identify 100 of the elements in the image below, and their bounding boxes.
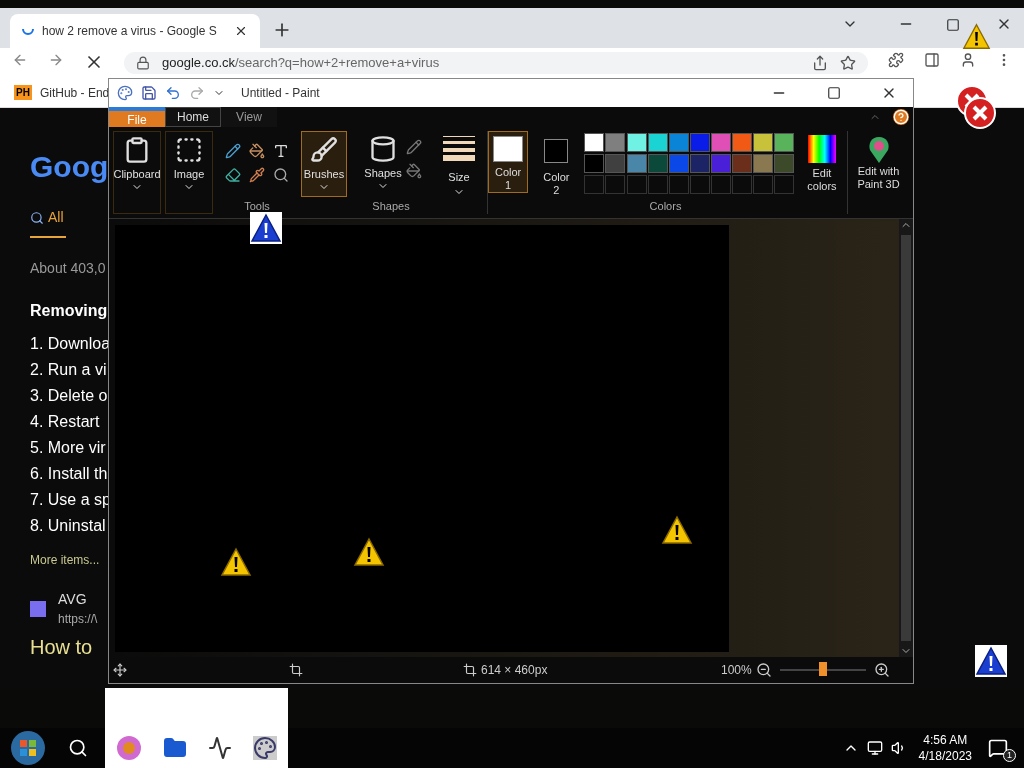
clipboard-button[interactable]: Clipboard (113, 131, 161, 214)
search-icon (30, 210, 44, 225)
warning-icon (353, 536, 385, 568)
more-items-link[interactable]: More items... (30, 551, 100, 569)
brushes-icon (310, 136, 338, 164)
list-item: 2. Run a vi (30, 360, 107, 380)
list-item: 1. Downloa (30, 334, 111, 354)
star-icon[interactable] (840, 55, 856, 71)
selection-size-icon (289, 663, 303, 677)
palette-color[interactable] (752, 154, 773, 173)
notification-count: 1 (1003, 749, 1016, 762)
search-icon[interactable] (68, 738, 88, 758)
palette-color[interactable] (689, 133, 710, 152)
outline-icon[interactable] (405, 139, 422, 155)
color-1-button[interactable]: Color 1 (488, 131, 529, 193)
share-icon[interactable] (812, 55, 828, 71)
address-bar[interactable]: google.co.ck/search?q=how+2+remove+a+virus (124, 52, 868, 74)
list-item: 3. Delete o (30, 386, 108, 406)
list-item: 5. More vir (30, 438, 106, 458)
loading-icon (22, 27, 34, 35)
canvas-size-icon (463, 663, 477, 677)
maximize-icon[interactable] (827, 86, 841, 100)
magnifier-icon[interactable] (273, 167, 289, 183)
close-icon[interactable] (234, 24, 248, 38)
paint-3d-button[interactable]: Edit with Paint 3D (847, 131, 909, 214)
palette-color[interactable] (584, 133, 605, 152)
palette-color[interactable] (773, 154, 794, 173)
browser-tab[interactable]: how 2 remove a virus - Google S (10, 14, 260, 48)
extensions-icon[interactable] (888, 52, 904, 68)
help-icon[interactable] (893, 109, 909, 125)
ribbon-tab[interactable]: View (221, 107, 277, 127)
cursor-position-icon (113, 663, 127, 677)
start-orb-icon[interactable] (10, 730, 46, 766)
palette-color[interactable] (605, 133, 626, 152)
fill-icon[interactable] (405, 163, 422, 179)
clock-date[interactable]: 4/18/2023 (918, 748, 972, 764)
profile-icon[interactable] (960, 52, 976, 68)
shapes-button[interactable]: Shapes (360, 131, 406, 192)
warning-icon (250, 212, 282, 244)
url-text: google.co.ck/search?q=how+2+remove+a+virus (162, 54, 441, 73)
eraser-icon[interactable] (225, 167, 241, 183)
palette-color[interactable] (605, 154, 626, 173)
pencil-icon[interactable] (225, 143, 241, 159)
shapes-icon (369, 135, 397, 163)
paint-app-icon[interactable] (253, 736, 278, 760)
network-icon[interactable] (866, 740, 883, 756)
clock-time[interactable]: 4:56 AM (923, 732, 968, 748)
fill-icon[interactable] (249, 143, 265, 159)
zoom-slider-thumb[interactable] (818, 662, 827, 676)
result-heading: Removing (30, 301, 108, 321)
palette-color[interactable] (626, 133, 647, 152)
zoom-in-icon[interactable] (873, 662, 890, 678)
notifications-icon[interactable] (988, 738, 1008, 758)
bookmark-link[interactable]: GitHub - End (39, 83, 110, 102)
source-name: AVG (58, 590, 88, 609)
palette-color[interactable] (773, 133, 794, 152)
palette-color[interactable] (710, 154, 731, 173)
paint-3d-icon (866, 135, 891, 165)
warning-icon (220, 546, 252, 578)
canvas-size-text: 614 × 460px (481, 662, 549, 679)
save-icon[interactable] (141, 85, 157, 101)
edit-colors-button[interactable]: Edit colors (800, 131, 843, 193)
zoom-level-text: 100% (721, 662, 752, 679)
palette-color[interactable] (647, 154, 668, 173)
result-count: About 403,0 (30, 259, 106, 278)
ribbon-tab[interactable]: Home (165, 107, 221, 127)
size-button[interactable]: Size (435, 131, 483, 214)
line-width-icon (443, 135, 475, 161)
palette-color[interactable] (584, 154, 605, 173)
text-tool-icon[interactable] (273, 143, 289, 159)
maximize-icon[interactable] (946, 18, 960, 32)
forward-icon[interactable] (48, 52, 64, 68)
palette-color[interactable] (668, 154, 689, 173)
window-title: Untitled - Paint (241, 85, 320, 102)
undo-icon[interactable] (165, 85, 181, 101)
color-picker-icon[interactable] (249, 167, 265, 183)
result-title-link[interactable]: How to (30, 632, 93, 662)
palette-color[interactable] (668, 133, 689, 152)
palette-color[interactable] (731, 154, 752, 173)
sidebar-icon[interactable] (924, 52, 940, 68)
brushes-button[interactable]: Brushes (301, 131, 347, 197)
image-button[interactable]: Image (165, 131, 213, 214)
color-swatch (544, 139, 569, 163)
folder-icon[interactable] (162, 736, 187, 760)
palette-color[interactable] (731, 133, 752, 152)
palette-color[interactable] (626, 154, 647, 173)
back-icon[interactable] (12, 52, 28, 68)
palette-color[interactable] (647, 133, 668, 152)
zoom-out-icon[interactable] (755, 662, 772, 678)
browser-app-icon[interactable] (115, 735, 142, 761)
list-item: 6. Install th (30, 464, 108, 484)
search-tab[interactable]: All (48, 207, 64, 228)
vertical-scrollbar[interactable] (899, 219, 913, 657)
palette-color[interactable] (689, 154, 710, 173)
source-url: https://\ (58, 611, 98, 628)
paint-app-icon (117, 85, 133, 101)
palette-color[interactable] (710, 133, 731, 152)
warning-icon (975, 645, 1007, 677)
palette-color[interactable] (752, 133, 773, 152)
color-2-button[interactable]: Color 2 (536, 131, 577, 197)
